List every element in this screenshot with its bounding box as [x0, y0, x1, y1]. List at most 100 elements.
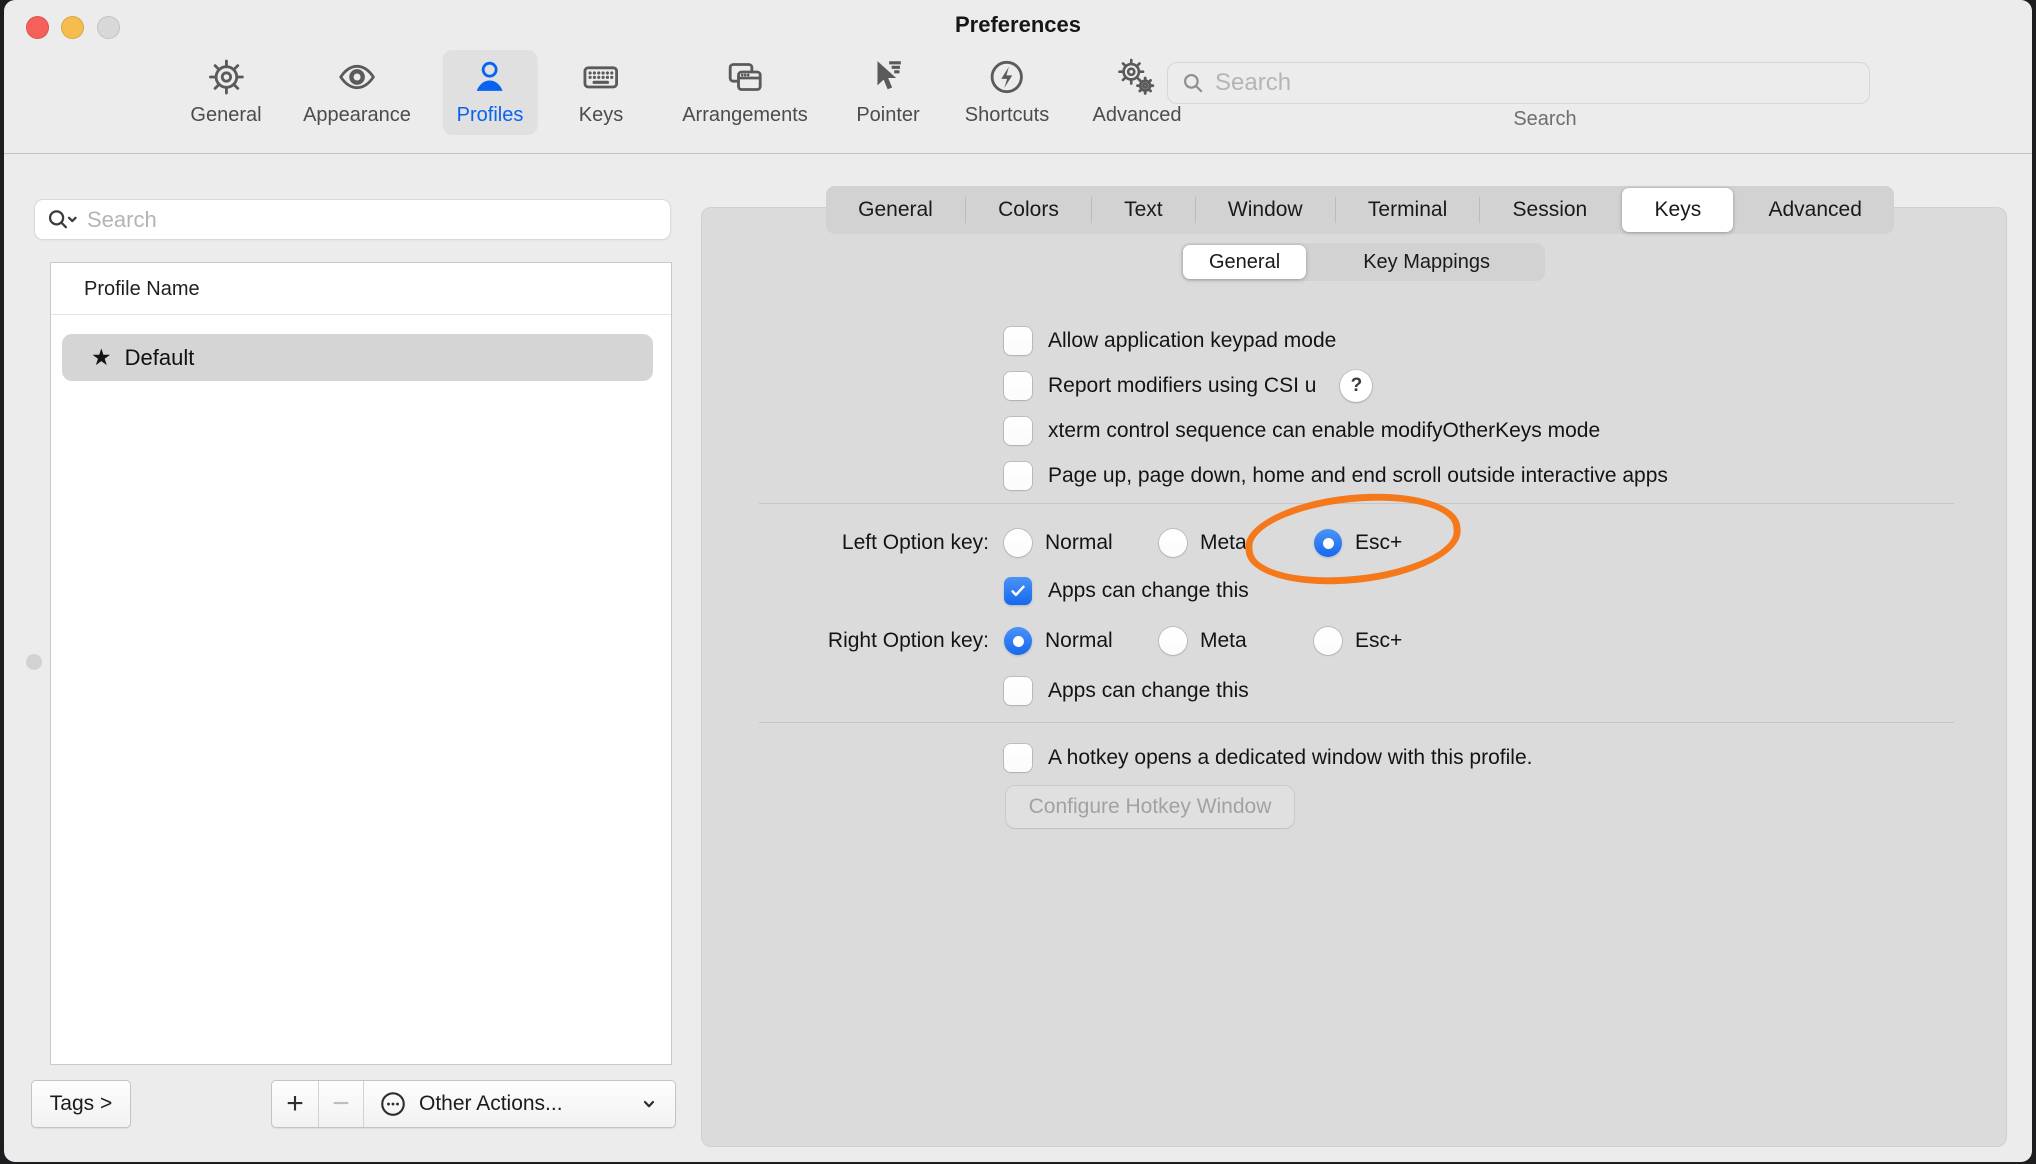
- windows-icon: [725, 57, 765, 97]
- plus-icon: +: [286, 1087, 304, 1121]
- toolbar-label: Shortcuts: [965, 104, 1049, 127]
- splitter-dot: [26, 654, 42, 670]
- right-option-key-row: Right Option key: Normal Meta Esc+: [701, 627, 2007, 655]
- titlebar: Preferences General Appearance: [4, 0, 2032, 154]
- minus-icon: −: [332, 1087, 350, 1121]
- profile-list-header: Profile Name: [51, 263, 671, 315]
- radio-selected[interactable]: [1004, 627, 1032, 655]
- radio-unselected[interactable]: [1159, 627, 1187, 655]
- search-scope-icon: [45, 207, 79, 233]
- radio-selected[interactable]: [1314, 529, 1342, 557]
- checkbox-unchecked[interactable]: [1004, 372, 1032, 400]
- checkbox-unchecked[interactable]: [1004, 677, 1032, 705]
- toolbar-item-pointer[interactable]: Pointer: [842, 50, 933, 135]
- person-icon: [470, 57, 510, 97]
- checkbox-row-page-scroll[interactable]: Page up, page down, home and end scroll …: [1004, 462, 1668, 490]
- search-icon: [1180, 70, 1206, 96]
- checkbox-label: A hotkey opens a dedicated window with t…: [1048, 746, 1532, 770]
- ellipsis-circle-icon: [378, 1089, 408, 1119]
- cursor-icon: [868, 57, 908, 97]
- checkbox-label: Report modifiers using CSI u: [1048, 374, 1316, 398]
- preferences-window: Preferences General Appearance: [4, 0, 2032, 1162]
- toolbar-label: Advanced: [1093, 104, 1182, 127]
- checkbox-row-keypad-mode[interactable]: Allow application keypad mode: [1004, 327, 1336, 355]
- profile-name: Default: [125, 345, 195, 371]
- profile-list: Profile Name ★ Default: [50, 262, 672, 1065]
- add-profile-button[interactable]: +: [272, 1081, 318, 1127]
- profile-search-field[interactable]: [34, 199, 671, 240]
- toolbar-item-profiles[interactable]: Profiles: [443, 50, 538, 135]
- remove-profile-button: −: [318, 1081, 363, 1127]
- radio-left-meta[interactable]: Meta: [1159, 529, 1247, 557]
- profile-row-default[interactable]: ★ Default: [62, 334, 653, 381]
- checkbox-row-left-apps-can-change[interactable]: Apps can change this: [1004, 577, 1249, 605]
- radio-unselected[interactable]: [1314, 627, 1342, 655]
- profile-search-input[interactable]: [87, 207, 660, 233]
- toolbar-label: Keys: [579, 104, 623, 127]
- checkbox-row-right-apps-can-change[interactable]: Apps can change this: [1004, 677, 1249, 705]
- radio-right-esc[interactable]: Esc+: [1314, 627, 1402, 655]
- window-title: Preferences: [4, 12, 2032, 38]
- radio-unselected[interactable]: [1004, 529, 1032, 557]
- configure-hotkey-window-button: Configure Hotkey Window: [1006, 786, 1294, 828]
- radio-label: Meta: [1200, 629, 1247, 653]
- toolbar-item-arrangements[interactable]: Arrangements: [668, 50, 822, 135]
- tags-button[interactable]: Tags >: [31, 1080, 131, 1128]
- profile-actions-group: + − Other Actions...: [271, 1080, 676, 1128]
- right-option-key-label: Right Option key:: [701, 627, 989, 655]
- profile-settings-panel: General Colors Text Window Terminal Sess…: [701, 207, 2007, 1147]
- left-option-key-label: Left Option key:: [701, 529, 989, 557]
- toolbar-item-general[interactable]: General: [176, 50, 275, 135]
- checkbox-label: Page up, page down, home and end scroll …: [1048, 464, 1668, 488]
- gear-icon: [206, 57, 246, 97]
- checkbox-unchecked[interactable]: [1004, 462, 1032, 490]
- left-option-key-row: Left Option key: Normal Meta Esc+: [701, 529, 2007, 557]
- radio-label: Esc+: [1355, 531, 1402, 555]
- gears-icon: [1117, 57, 1157, 97]
- checkbox-unchecked[interactable]: [1004, 744, 1032, 772]
- checkbox-label: xterm control sequence can enable modify…: [1048, 419, 1600, 443]
- eye-icon: [337, 57, 377, 97]
- toolbar-item-keys[interactable]: Keys: [565, 50, 637, 135]
- radio-label: Esc+: [1355, 629, 1402, 653]
- other-actions-dropdown[interactable]: Other Actions...: [363, 1081, 675, 1127]
- checkbox-row-modify-other-keys[interactable]: xterm control sequence can enable modify…: [1004, 417, 1600, 445]
- chevron-down-icon: [637, 1092, 661, 1116]
- toolbar-label: Appearance: [303, 104, 411, 127]
- separator: [759, 503, 1954, 504]
- radio-label: Meta: [1200, 531, 1247, 555]
- checkbox-unchecked[interactable]: [1004, 327, 1032, 355]
- radio-right-meta[interactable]: Meta: [1159, 627, 1247, 655]
- toolbar-item-shortcuts[interactable]: Shortcuts: [951, 50, 1063, 135]
- toolbar-label: General: [190, 104, 261, 127]
- checkbox-checked[interactable]: [1004, 577, 1032, 605]
- radio-left-esc[interactable]: Esc+: [1314, 529, 1402, 557]
- star-icon: ★: [91, 346, 112, 369]
- toolbar-search-label: Search: [1513, 108, 1576, 131]
- radio-label: Normal: [1045, 629, 1113, 653]
- toolbar-search-field[interactable]: [1167, 62, 1870, 104]
- radio-unselected[interactable]: [1159, 529, 1187, 557]
- radio-left-normal[interactable]: Normal: [1004, 529, 1113, 557]
- help-button[interactable]: ?: [1340, 370, 1372, 402]
- toolbar-label: Pointer: [856, 104, 919, 127]
- checkbox-row-hotkey-window[interactable]: A hotkey opens a dedicated window with t…: [1004, 744, 1532, 772]
- tags-button-label: Tags >: [50, 1092, 112, 1116]
- checkbox-label: Apps can change this: [1048, 679, 1249, 703]
- bolt-circle-icon: [987, 57, 1027, 97]
- keyboard-icon: [581, 57, 621, 97]
- toolbar-label: Arrangements: [682, 104, 808, 127]
- checkmark-icon: [1008, 581, 1028, 601]
- toolbar-search-input[interactable]: [1215, 69, 1857, 97]
- toolbar-item-appearance[interactable]: Appearance: [289, 50, 425, 135]
- toolbar-label: Profiles: [457, 104, 524, 127]
- checkbox-label: Apps can change this: [1048, 579, 1249, 603]
- checkbox-unchecked[interactable]: [1004, 417, 1032, 445]
- checkbox-row-csi-u[interactable]: Report modifiers using CSI u ?: [1004, 372, 1372, 400]
- radio-label: Normal: [1045, 531, 1113, 555]
- other-actions-label: Other Actions...: [419, 1092, 563, 1116]
- keys-general-content: Allow application keypad mode Report mod…: [701, 207, 2007, 1147]
- configure-hotkey-window-label: Configure Hotkey Window: [1029, 795, 1272, 819]
- checkbox-label: Allow application keypad mode: [1048, 329, 1336, 353]
- radio-right-normal[interactable]: Normal: [1004, 627, 1113, 655]
